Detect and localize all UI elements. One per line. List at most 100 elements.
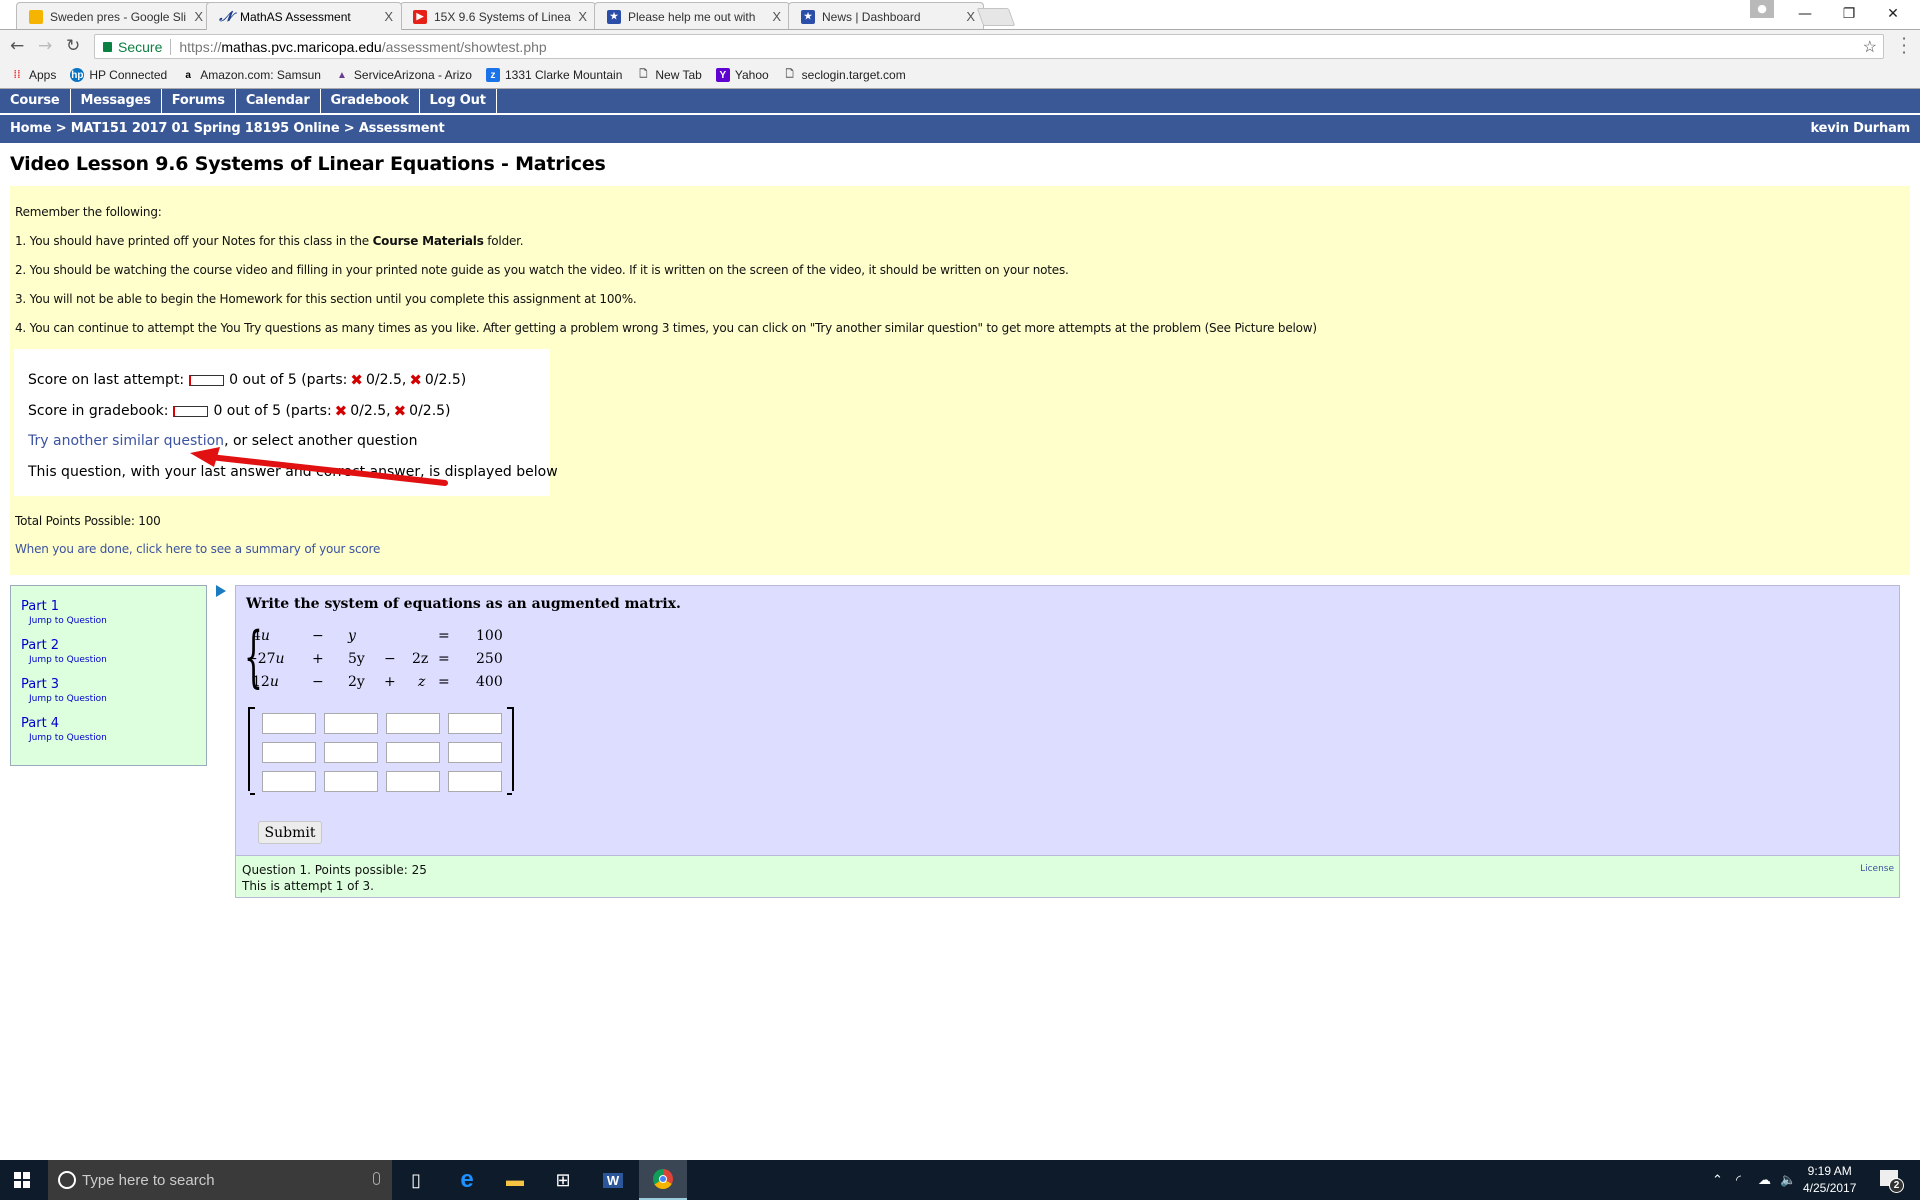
file-explorer-icon[interactable]: ▬ [491, 1160, 539, 1200]
notification-count: 2 [1889, 1178, 1904, 1193]
jump-to-question-link[interactable]: Jump to Question [29, 616, 107, 626]
submit-button[interactable]: Submit [258, 821, 322, 844]
tab-please-help[interactable]: ★ Please help me out with X [594, 2, 790, 30]
matrix-cell-r2-c3[interactable] [386, 742, 440, 763]
part-3-link[interactable]: Part 3 [21, 677, 107, 692]
incorrect-icon: ✖ [350, 371, 363, 389]
cortana-icon [58, 1171, 76, 1189]
clock[interactable]: 9:19 AM 4/25/2017 [1803, 1163, 1856, 1197]
word-icon[interactable]: W [589, 1160, 637, 1200]
bookmark-star-icon[interactable]: ☆ [1863, 37, 1877, 57]
edge-icon[interactable]: e [443, 1160, 491, 1200]
store-icon[interactable]: ⊞ [539, 1160, 587, 1200]
bookmark-amazon[interactable]: a Amazon.com: Samsun [181, 68, 321, 82]
breadcrumb-home[interactable]: Home [10, 121, 52, 136]
summary-link[interactable]: When you are done, click here to see a s… [15, 542, 380, 556]
try-another-link[interactable]: Try another similar question [28, 433, 224, 449]
close-tab-icon[interactable]: X [578, 9, 587, 24]
matrix-cell-r1-c4[interactable] [448, 713, 502, 734]
score-last-attempt: Score on last attempt: 0 out of 5 (parts… [28, 371, 467, 389]
total-points: Total Points Possible: 100 [15, 514, 161, 528]
matrix-cell-r3-c3[interactable] [386, 771, 440, 792]
tab-news-dashboard[interactable]: ★ News | Dashboard X [788, 2, 984, 30]
parts-list: Part 1 Jump to Question Part 2 Jump to Q… [10, 585, 207, 766]
user-name: kevin Durham [1810, 121, 1911, 136]
part-4-link[interactable]: Part 4 [21, 716, 107, 731]
license-link[interactable]: License [1860, 861, 1894, 877]
back-icon[interactable]: ← [10, 36, 24, 56]
matrix-cell-r1-c2[interactable] [324, 713, 378, 734]
onedrive-icon[interactable]: ☁ [1758, 1160, 1771, 1200]
intro-panel: Remember the following: 1. You should ha… [10, 186, 1910, 575]
close-tab-icon[interactable]: X [966, 9, 975, 24]
microphone-icon[interactable] [373, 1172, 380, 1185]
jump-to-question-link[interactable]: Jump to Question [29, 655, 107, 665]
tab-mathas-assessment[interactable]: 𝒩 MathAS Assessment X [206, 2, 402, 30]
part-2-link[interactable]: Part 2 [21, 638, 107, 653]
nav-gradebook[interactable]: Gradebook [321, 89, 420, 113]
nav-forums[interactable]: Forums [162, 89, 236, 113]
matrix-cell-r3-c2[interactable] [324, 771, 378, 792]
breadcrumb: Home > MAT151 2017 01 Spring 18195 Onlin… [0, 115, 1920, 143]
close-tab-icon[interactable]: X [194, 9, 203, 24]
display-note: This question, with your last answer and… [28, 464, 558, 480]
score-bar [189, 374, 225, 386]
matrix-cell-r2-c2[interactable] [324, 742, 378, 763]
chrome-icon[interactable] [639, 1160, 687, 1200]
browser-menu-icon[interactable]: · · · [1896, 31, 1912, 61]
bookmark-yahoo[interactable]: Y Yahoo [715, 68, 769, 82]
reload-icon[interactable]: ↻ [66, 36, 80, 56]
profile-icon[interactable]: ● [1750, 0, 1774, 18]
bookmark-apps[interactable]: ⁞⁞ Apps [10, 68, 56, 82]
nav-messages[interactable]: Messages [71, 89, 162, 113]
windows-start-icon[interactable] [14, 1172, 30, 1188]
browser-toolbar: ← → ↻ Secure https://mathas.pvc.maricopa… [0, 29, 1920, 62]
question-footer: Question 1. Points possible: 25 This is … [235, 855, 1900, 898]
hp-icon: hp [70, 68, 85, 82]
matrix-cell-r1-c3[interactable] [386, 713, 440, 734]
nav-log-out[interactable]: Log Out [420, 89, 497, 113]
bookmark-new-tab[interactable]: 🗋 New Tab [636, 68, 702, 82]
task-view-icon[interactable]: ▯ [392, 1160, 440, 1200]
bookmarks-bar: ⁞⁞ Apps hp HP Connected a Amazon.com: Samsu… [0, 62, 1920, 89]
servicearizona-icon: ▲ [336, 69, 347, 81]
restore-icon[interactable]: ❐ [1826, 0, 1872, 28]
breadcrumb-course[interactable]: MAT151 2017 01 Spring 18195 Online [71, 121, 340, 136]
forward-icon[interactable]: → [38, 36, 52, 56]
part-1-link[interactable]: Part 1 [21, 599, 107, 614]
tab-youtube-video[interactable]: ▶ 15X 9.6 Systems of Linea X [400, 2, 596, 30]
jump-to-question-link[interactable]: Jump to Question [29, 733, 107, 743]
matrix-cell-r2-c1[interactable] [262, 742, 316, 763]
minimize-icon[interactable]: — [1782, 0, 1828, 28]
nav-course[interactable]: Course [0, 89, 71, 113]
nav-calendar[interactable]: Calendar [236, 89, 321, 113]
bookmark-clarke-mountain[interactable]: z 1331 Clarke Mountain [485, 68, 622, 82]
equation-system: { 4u − y = 100 −27u + 5y − 2z = 250 12u … [244, 618, 503, 695]
show-hidden-icons[interactable]: ⌃ [1712, 1160, 1723, 1200]
amazon-icon: a [185, 69, 191, 81]
close-tab-icon[interactable]: X [772, 9, 781, 24]
matrix-cell-r1-c1[interactable] [262, 713, 316, 734]
secure-label: Secure [118, 38, 163, 55]
part-item: Part 2 Jump to Question [21, 638, 107, 665]
volume-icon[interactable]: 🔈 [1780, 1160, 1796, 1200]
action-center-icon[interactable]: 2 [1880, 1170, 1904, 1193]
bookmark-seclogin-target[interactable]: 🗋 seclogin.target.com [783, 68, 906, 82]
address-bar[interactable]: Secure https://mathas.pvc.maricopa.edu/a… [94, 34, 1884, 59]
browser-tab-strip: Sweden pres - Google Sli X 𝒩 MathAS Asse… [0, 0, 1920, 30]
page-icon: 🗋 [785, 68, 794, 80]
score-gradebook: Score in gradebook: 0 out of 5 (parts: ✖… [28, 402, 451, 420]
new-tab-button[interactable] [976, 8, 1016, 26]
close-tab-icon[interactable]: X [384, 9, 393, 24]
tab-sweden-pres[interactable]: Sweden pres - Google Sli X [16, 2, 212, 30]
close-window-icon[interactable]: ✕ [1870, 0, 1916, 28]
intro-item-4: 4. You can continue to attempt the You T… [15, 321, 1317, 335]
matrix-cell-r3-c1[interactable] [262, 771, 316, 792]
bookmark-hp-connected[interactable]: hp HP Connected [70, 68, 167, 82]
bookmark-servicearizona[interactable]: ▲ ServiceArizona - Arizo [335, 68, 472, 82]
matrix-cell-r3-c4[interactable] [448, 771, 502, 792]
wifi-icon[interactable]: ◜ [1736, 1160, 1741, 1200]
jump-to-question-link[interactable]: Jump to Question [29, 694, 107, 704]
taskbar-search[interactable]: Type here to search [48, 1160, 392, 1200]
matrix-cell-r2-c4[interactable] [448, 742, 502, 763]
